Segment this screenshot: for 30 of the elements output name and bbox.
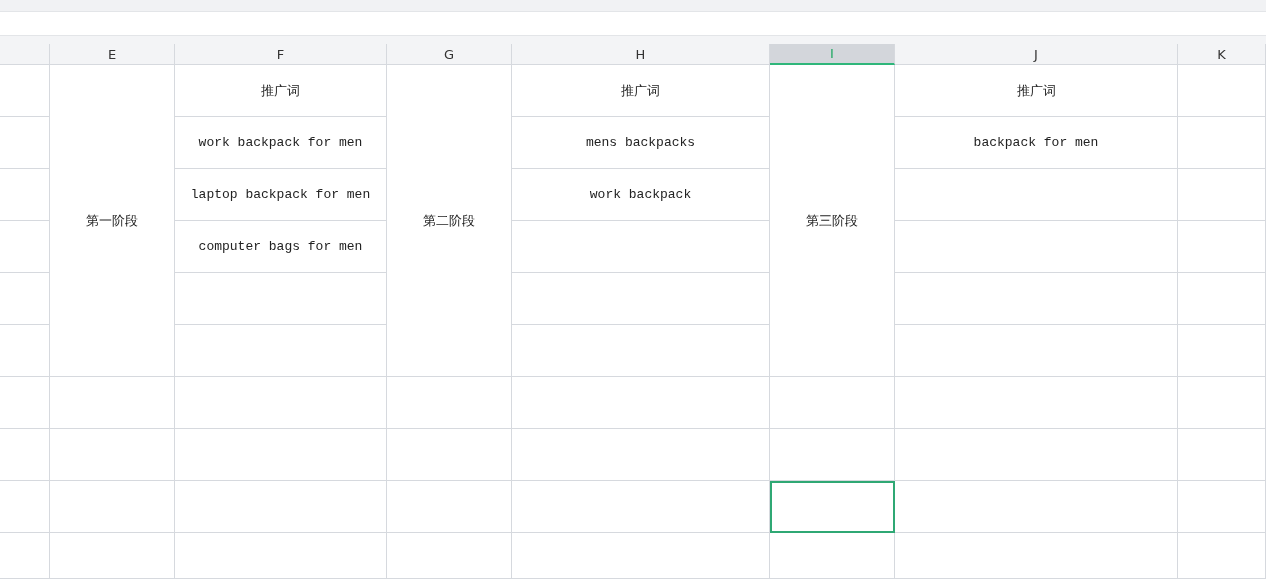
table-cell — [0, 481, 50, 533]
column-header[interactable]: K — [1178, 44, 1266, 65]
table-cell: laptop backpack for men — [175, 169, 387, 221]
table-cell: 第三阶段 — [770, 65, 895, 377]
column-header[interactable]: J — [895, 44, 1178, 65]
table-cell: mens backpacks — [512, 117, 770, 169]
column-header[interactable] — [0, 44, 50, 65]
table-cell — [0, 429, 50, 481]
column-header[interactable]: F — [175, 44, 387, 65]
table-cell — [0, 221, 50, 273]
column-header[interactable]: E — [50, 44, 175, 65]
column-header[interactable]: H — [512, 44, 770, 65]
table-cell: 推广词 — [512, 65, 770, 117]
table-cell: work backpack for men — [175, 117, 387, 169]
table-cell: backpack for men — [895, 117, 1178, 169]
table-cell — [0, 117, 50, 169]
table-cell — [0, 169, 50, 221]
table-cell — [0, 377, 50, 429]
selected-cell[interactable] — [770, 481, 895, 533]
table-cell: computer bags for men — [175, 221, 387, 273]
table-cell — [0, 273, 50, 325]
table-cell: 推广词 — [895, 65, 1178, 117]
table-cell: 第一阶段 — [50, 65, 175, 377]
table-cell — [0, 325, 50, 377]
column-header[interactable]: G — [387, 44, 512, 65]
table-cell — [0, 533, 50, 579]
table-cell: 第二阶段 — [387, 65, 512, 377]
table-cell — [0, 65, 50, 117]
table-cell: work backpack — [512, 169, 770, 221]
table-cell: 推广词 — [175, 65, 387, 117]
